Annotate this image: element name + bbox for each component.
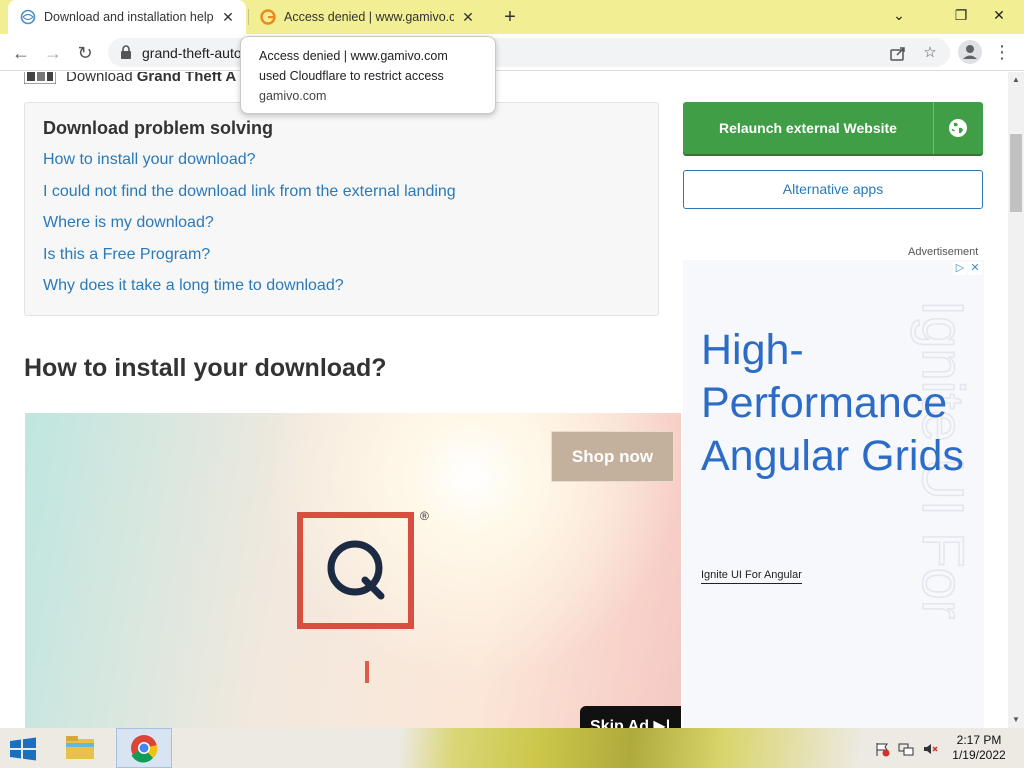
- close-window-icon[interactable]: ✕: [980, 0, 1018, 30]
- reload-icon[interactable]: ↻: [72, 40, 98, 66]
- relaunch-label: Relaunch external Website: [719, 120, 897, 136]
- windows-start-icon[interactable]: [8, 737, 38, 761]
- file-explorer-icon[interactable]: [56, 728, 104, 768]
- globe-icon: [949, 119, 967, 137]
- web-page-content: Download Grand Theft A Download problem …: [0, 72, 1008, 728]
- forward-icon[interactable]: →: [40, 40, 66, 66]
- share-icon[interactable]: [888, 43, 908, 63]
- bookmark-star-icon[interactable]: ☆: [920, 43, 940, 63]
- banner-headline: High-Performance Angular Grids: [701, 326, 964, 480]
- profile-avatar-icon[interactable]: [958, 40, 982, 64]
- site-favicon-icon: [20, 9, 36, 25]
- action-center-flag-icon[interactable]: [874, 741, 890, 757]
- network-icon[interactable]: [898, 741, 914, 757]
- minimize-icon[interactable]: ⌄: [880, 0, 918, 30]
- url-text: grand-theft-auto: [142, 45, 242, 61]
- new-tab-icon[interactable]: +: [498, 5, 522, 29]
- faq-link-free-program[interactable]: Is this a Free Program?: [43, 246, 210, 264]
- windows-taskbar: 2:17 PM 1/19/2022: [0, 728, 1024, 768]
- q-brand-logo-icon: [297, 512, 414, 629]
- browser-tab-strip: Download and installation help ✕ Access …: [0, 0, 1024, 34]
- page-scrollbar[interactable]: ▲ ▼: [1008, 72, 1024, 728]
- install-heading: How to install your download?: [24, 354, 387, 382]
- clock-time: 2:17 PM: [956, 733, 1002, 747]
- faq-link-where-download[interactable]: Where is my download?: [43, 214, 214, 232]
- tooltip-title: Access denied | www.gamivo.com: [259, 49, 448, 63]
- skip-ad-button[interactable]: Skip Ad ▶|: [580, 706, 681, 728]
- google-favicon-icon: [260, 9, 276, 25]
- loading-indicator: [365, 661, 369, 683]
- tab-close-icon[interactable]: ✕: [460, 9, 476, 25]
- relaunch-external-button[interactable]: Relaunch external Website: [683, 102, 983, 154]
- tooltip-domain: gamivo.com: [259, 89, 327, 103]
- browser-menu-icon[interactable]: ⋮: [990, 40, 1014, 64]
- browser-toolbar: ← → ↻ grand-theft-auto ☆ ⋮: [0, 34, 1024, 71]
- ad-close-icon[interactable]: ✕: [968, 262, 982, 275]
- download-header: Download Grand Theft A: [24, 72, 236, 86]
- problem-box-title: Download problem solving: [43, 118, 274, 138]
- game-logo-icon: [24, 72, 56, 84]
- tab-close-icon[interactable]: ✕: [220, 9, 236, 25]
- tab-separator: [248, 9, 249, 25]
- download-problem-box: Download problem solving How to install …: [24, 102, 659, 316]
- restore-icon[interactable]: ❐: [942, 0, 980, 30]
- download-game-name: Grand Theft A: [136, 72, 237, 85]
- address-bar[interactable]: grand-theft-auto ☆: [108, 38, 950, 67]
- ad-info-icon[interactable]: ▷: [953, 262, 967, 275]
- tab-hover-tooltip: Access denied | www.gamivo.com used Clou…: [240, 36, 496, 114]
- skip-ad-label: Skip Ad: [590, 718, 649, 728]
- tab-download-help[interactable]: Download and installation help ✕: [8, 0, 246, 34]
- desktop-wallpaper-strip: [400, 728, 860, 768]
- faq-link-no-download-link[interactable]: I could not find the download link from …: [43, 183, 456, 201]
- scroll-down-icon[interactable]: ▼: [1008, 712, 1024, 728]
- video-ad[interactable]: Shop now ® Skip Ad ▶|: [25, 413, 681, 728]
- registered-mark: ®: [420, 509, 429, 523]
- tooltip-subtitle: used Cloudflare to restrict access: [259, 69, 444, 83]
- back-icon[interactable]: ←: [8, 40, 34, 66]
- alternative-apps-button[interactable]: Alternative apps: [683, 170, 983, 209]
- relaunch-divider: [933, 102, 934, 154]
- banner-sublink[interactable]: Ignite UI For Angular: [701, 569, 802, 584]
- faq-link-install[interactable]: How to install your download?: [43, 151, 256, 169]
- faq-link-long-download[interactable]: Why does it take a long time to download…: [43, 277, 344, 295]
- scroll-up-icon[interactable]: ▲: [1008, 72, 1024, 88]
- lock-icon: [121, 45, 131, 59]
- ad-banner[interactable]: ▷ ✕ Ignite UI For High-Performance Angul…: [683, 260, 984, 728]
- tab-title: Access denied | www.gamivo.com: [284, 10, 454, 24]
- tab-title: Download and installation help: [44, 10, 214, 24]
- volume-muted-icon[interactable]: [922, 741, 938, 757]
- scroll-thumb[interactable]: [1010, 134, 1022, 212]
- system-clock[interactable]: 2:17 PM 1/19/2022: [944, 733, 1014, 763]
- ad-choices-icon[interactable]: ▷ ✕: [952, 262, 982, 275]
- clock-date: 1/19/2022: [952, 748, 1006, 762]
- tab-access-denied[interactable]: Access denied | www.gamivo.com ✕: [250, 0, 486, 34]
- advertisement-label: Advertisement: [908, 246, 979, 258]
- shop-now-button[interactable]: Shop now: [551, 431, 674, 482]
- chrome-taskbar-icon[interactable]: [116, 728, 172, 768]
- download-prefix: Download: [66, 72, 133, 85]
- skip-next-icon: ▶|: [653, 718, 671, 728]
